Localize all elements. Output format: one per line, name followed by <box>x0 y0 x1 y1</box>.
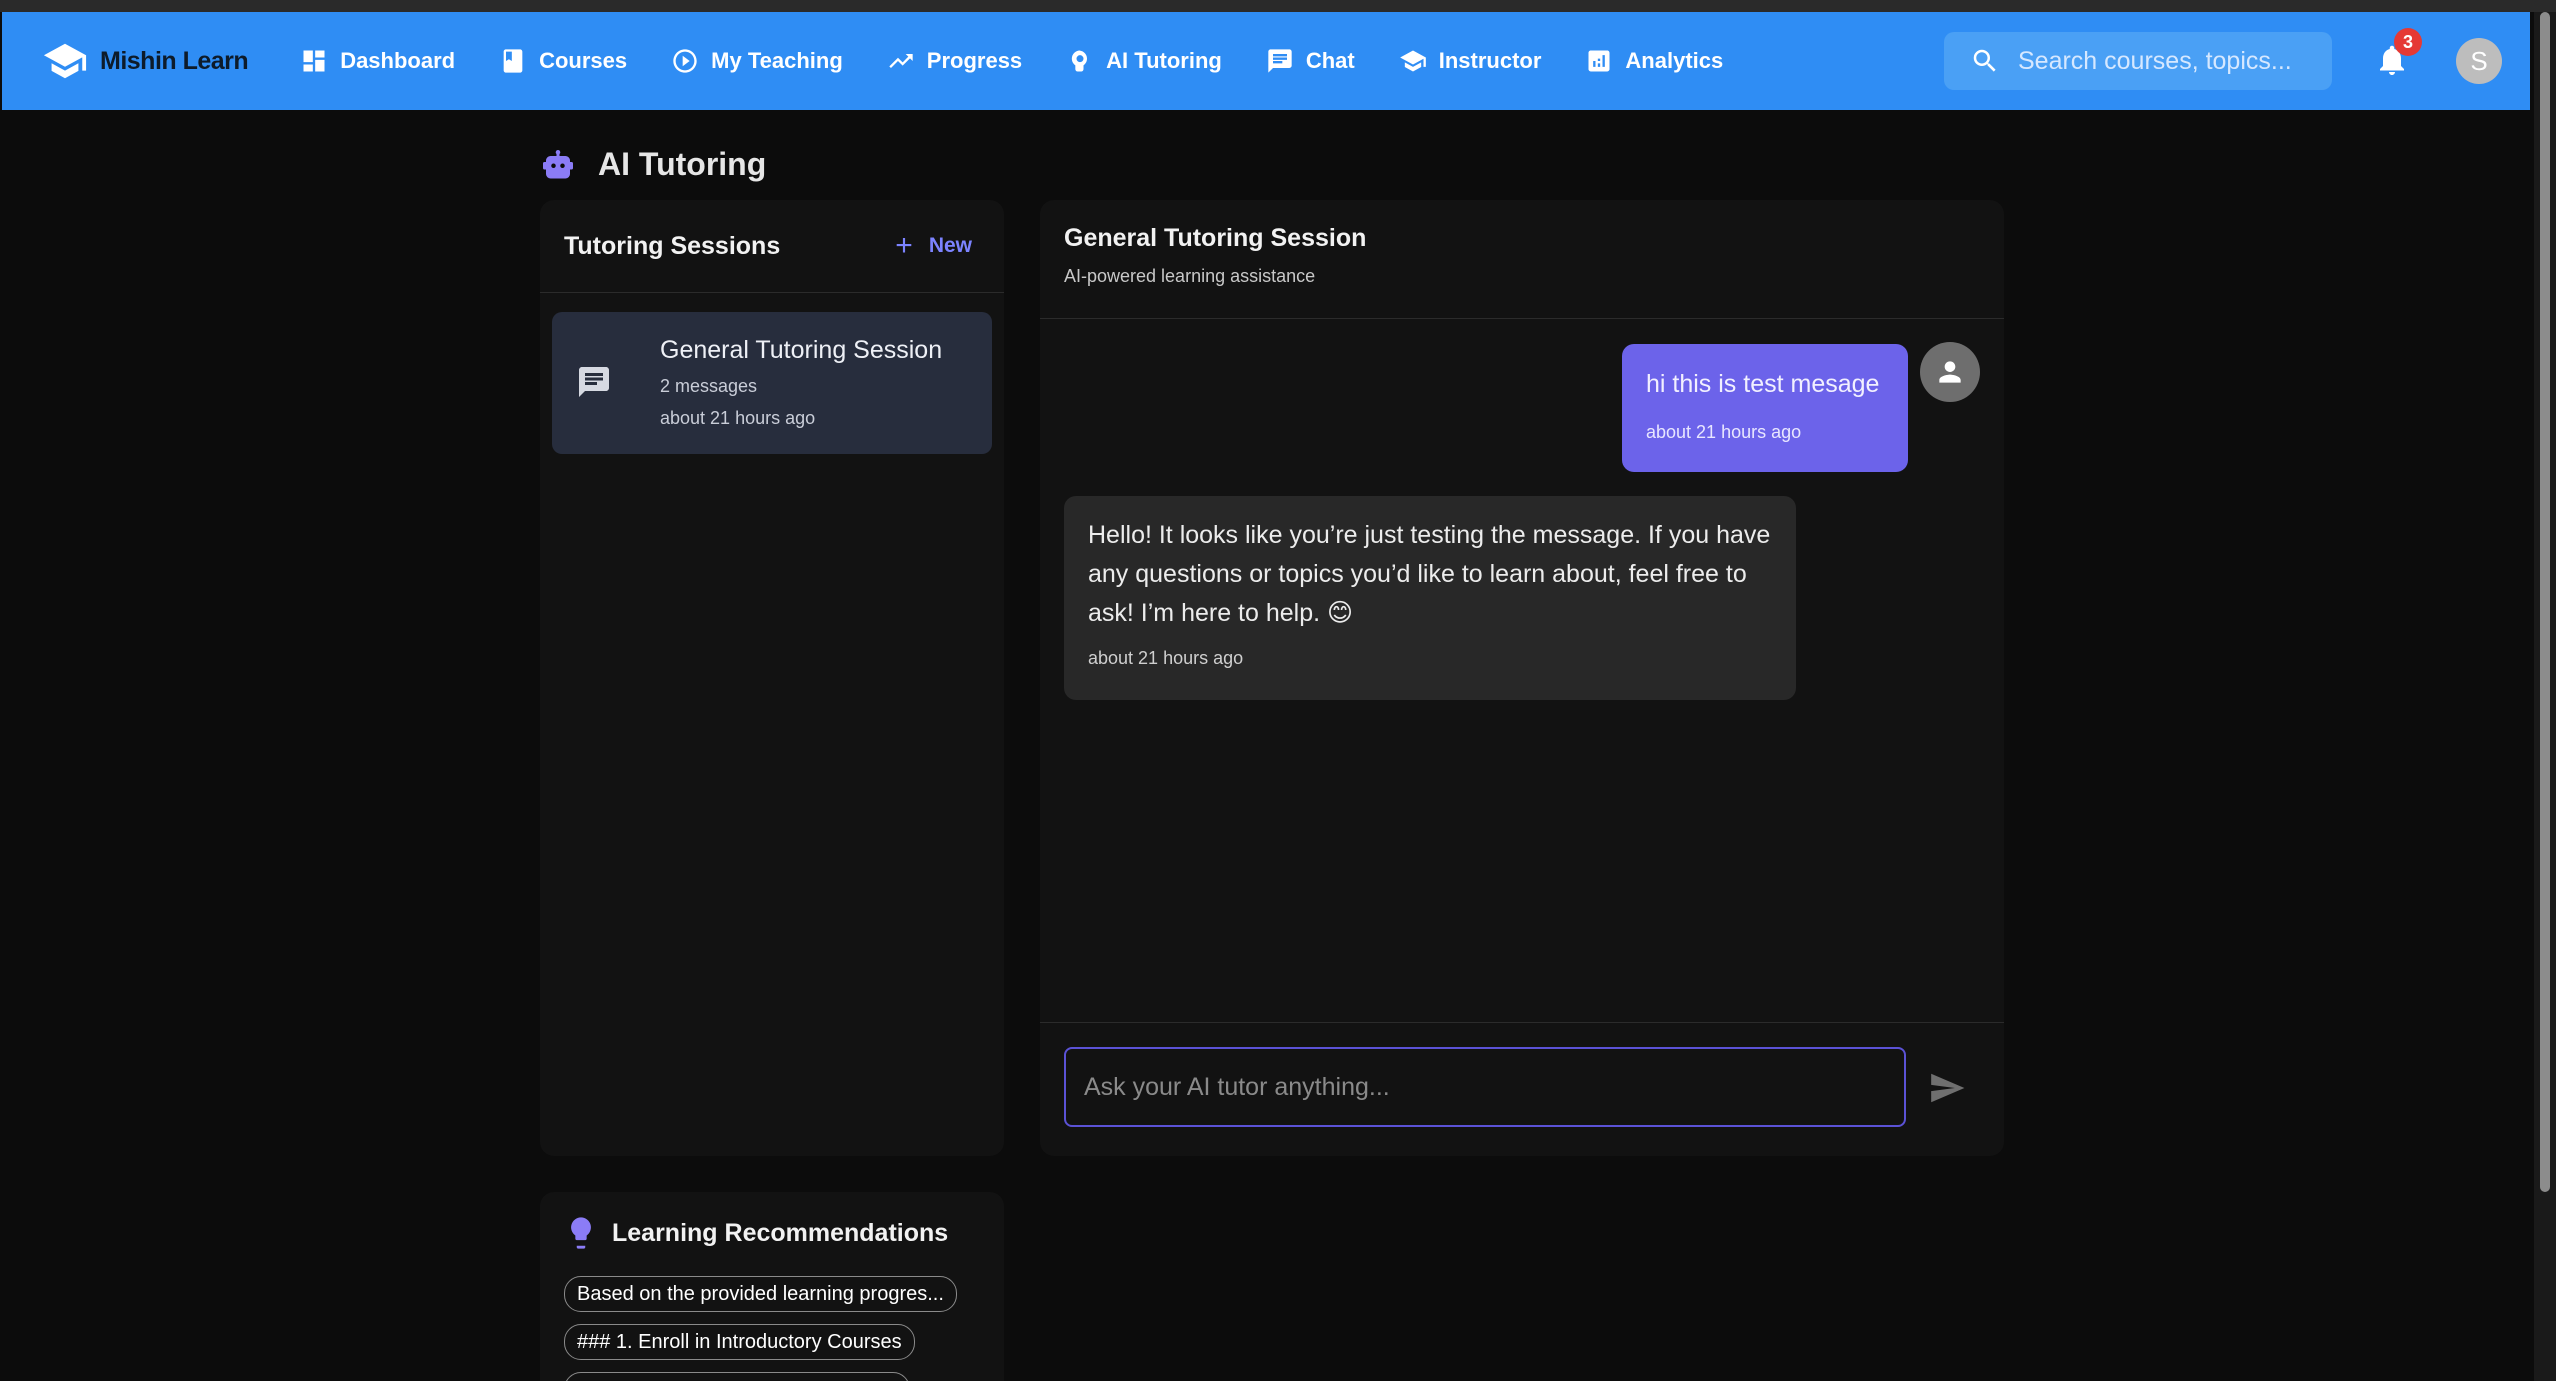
brand-name: Mishin Learn <box>100 46 249 75</box>
robot-icon <box>543 149 573 178</box>
message-timestamp: about 21 hours ago <box>1088 648 1244 668</box>
chat-input[interactable] <box>1064 1047 1906 1127</box>
scrollbar-thumb[interactable] <box>2540 12 2550 1192</box>
message-timestamp: about 21 hours ago <box>1646 422 1802 442</box>
nav-label: Chat <box>1305 48 1355 73</box>
session-title: General Tutoring Session <box>660 336 943 364</box>
page-scrollbar[interactable] <box>2534 12 2556 1381</box>
nav-ai-tutoring[interactable]: AI Tutoring <box>1066 47 1222 75</box>
chat-subtitle: AI-powered learning assistance <box>1064 266 1316 286</box>
browser-top-strip <box>0 0 2556 12</box>
page-heading: AI Tutoring <box>540 146 766 183</box>
graduation-cap-icon <box>43 43 87 79</box>
nav-label: Instructor <box>1438 48 1542 73</box>
nav-chat[interactable]: Chat <box>1266 47 1355 75</box>
recommendations-header: Learning Recommendations <box>568 1216 1004 1250</box>
nav-instructor[interactable]: Instructor <box>1399 47 1542 75</box>
message-text: hi this is test mesage <box>1646 370 1880 398</box>
nav-label: My Teaching <box>711 48 843 73</box>
nav-label: Dashboard <box>340 48 456 73</box>
nav-label: Analytics <box>1625 48 1724 73</box>
user-message: hi this is test mesage about 21 hours ag… <box>1622 344 1908 472</box>
recommendation-chip[interactable]: ### 1. Enroll in Introductory Courses <box>564 1324 915 1360</box>
chat-panel: General Tutoring Session AI-powered lear… <box>1040 200 2004 1156</box>
user-avatar <box>1920 342 1980 402</box>
lightbulb-icon <box>571 1217 591 1249</box>
nav-courses[interactable]: Courses <box>499 47 627 75</box>
dashboard-icon <box>303 50 325 72</box>
session-timestamp: about 21 hours ago <box>660 408 816 428</box>
recommendation-chip-partial[interactable] <box>564 1372 910 1381</box>
chat-title: General Tutoring Session <box>1064 224 1367 252</box>
sessions-panel: Tutoring Sessions + New General Tutoring… <box>540 200 1004 1156</box>
chat-input-area <box>1040 1022 2004 1157</box>
chat-header: General Tutoring Session AI-powered lear… <box>1040 200 2004 319</box>
search-box[interactable] <box>1944 32 2332 90</box>
analytics-icon <box>1588 50 1610 72</box>
recommendations-panel: Learning Recommendations Based on the pr… <box>540 1192 1004 1381</box>
search-input[interactable] <box>2016 45 2320 77</box>
notification-badge: 3 <box>2394 28 2422 56</box>
play-circle-icon <box>673 49 697 73</box>
book-icon <box>503 49 523 73</box>
nav-label: Progress <box>926 48 1023 73</box>
new-session-label: New <box>928 234 972 257</box>
assistant-message: Hello! It looks like you’re just testing… <box>1064 496 1796 700</box>
new-session-button[interactable]: + New <box>895 229 972 263</box>
nav-my-teaching[interactable]: My Teaching <box>671 47 843 75</box>
psychology-icon <box>1072 50 1088 72</box>
user-avatar-button[interactable]: S <box>2456 38 2502 84</box>
brand[interactable]: Mishin Learn <box>42 38 249 84</box>
send-icon[interactable] <box>1928 1069 1966 1107</box>
chat-bubble-icon <box>579 367 609 397</box>
trending-up-icon <box>889 54 913 68</box>
plus-icon: + <box>895 229 913 262</box>
sessions-title: Tutoring Sessions <box>564 231 781 260</box>
nav-analytics[interactable]: Analytics <box>1585 47 1723 75</box>
session-item[interactable]: General Tutoring Session 2 messages abou… <box>552 312 992 454</box>
message-text: Hello! It looks like you’re just testing… <box>1088 521 1771 627</box>
recommendation-chip[interactable]: Based on the provided learning progres..… <box>564 1276 957 1312</box>
person-icon <box>1939 361 1961 383</box>
nav-label: Courses <box>539 48 628 73</box>
session-message-count: 2 messages <box>660 376 758 396</box>
nav-dashboard[interactable]: Dashboard <box>300 47 455 75</box>
school-icon <box>1399 50 1426 72</box>
page-title: AI Tutoring <box>598 146 767 182</box>
search-icon <box>1973 49 1996 72</box>
nav-items: Dashboard Courses My Teaching Progress A… <box>300 47 1767 75</box>
recommendations-title: Learning Recommendations <box>612 1218 949 1247</box>
nav-progress[interactable]: Progress <box>887 47 1022 75</box>
top-navbar: Mishin Learn Dashboard Courses My Teachi… <box>2 12 2530 110</box>
sessions-header: Tutoring Sessions + New <box>540 200 1004 293</box>
nav-label: AI Tutoring <box>1106 48 1222 73</box>
chat-icon <box>1268 49 1292 73</box>
